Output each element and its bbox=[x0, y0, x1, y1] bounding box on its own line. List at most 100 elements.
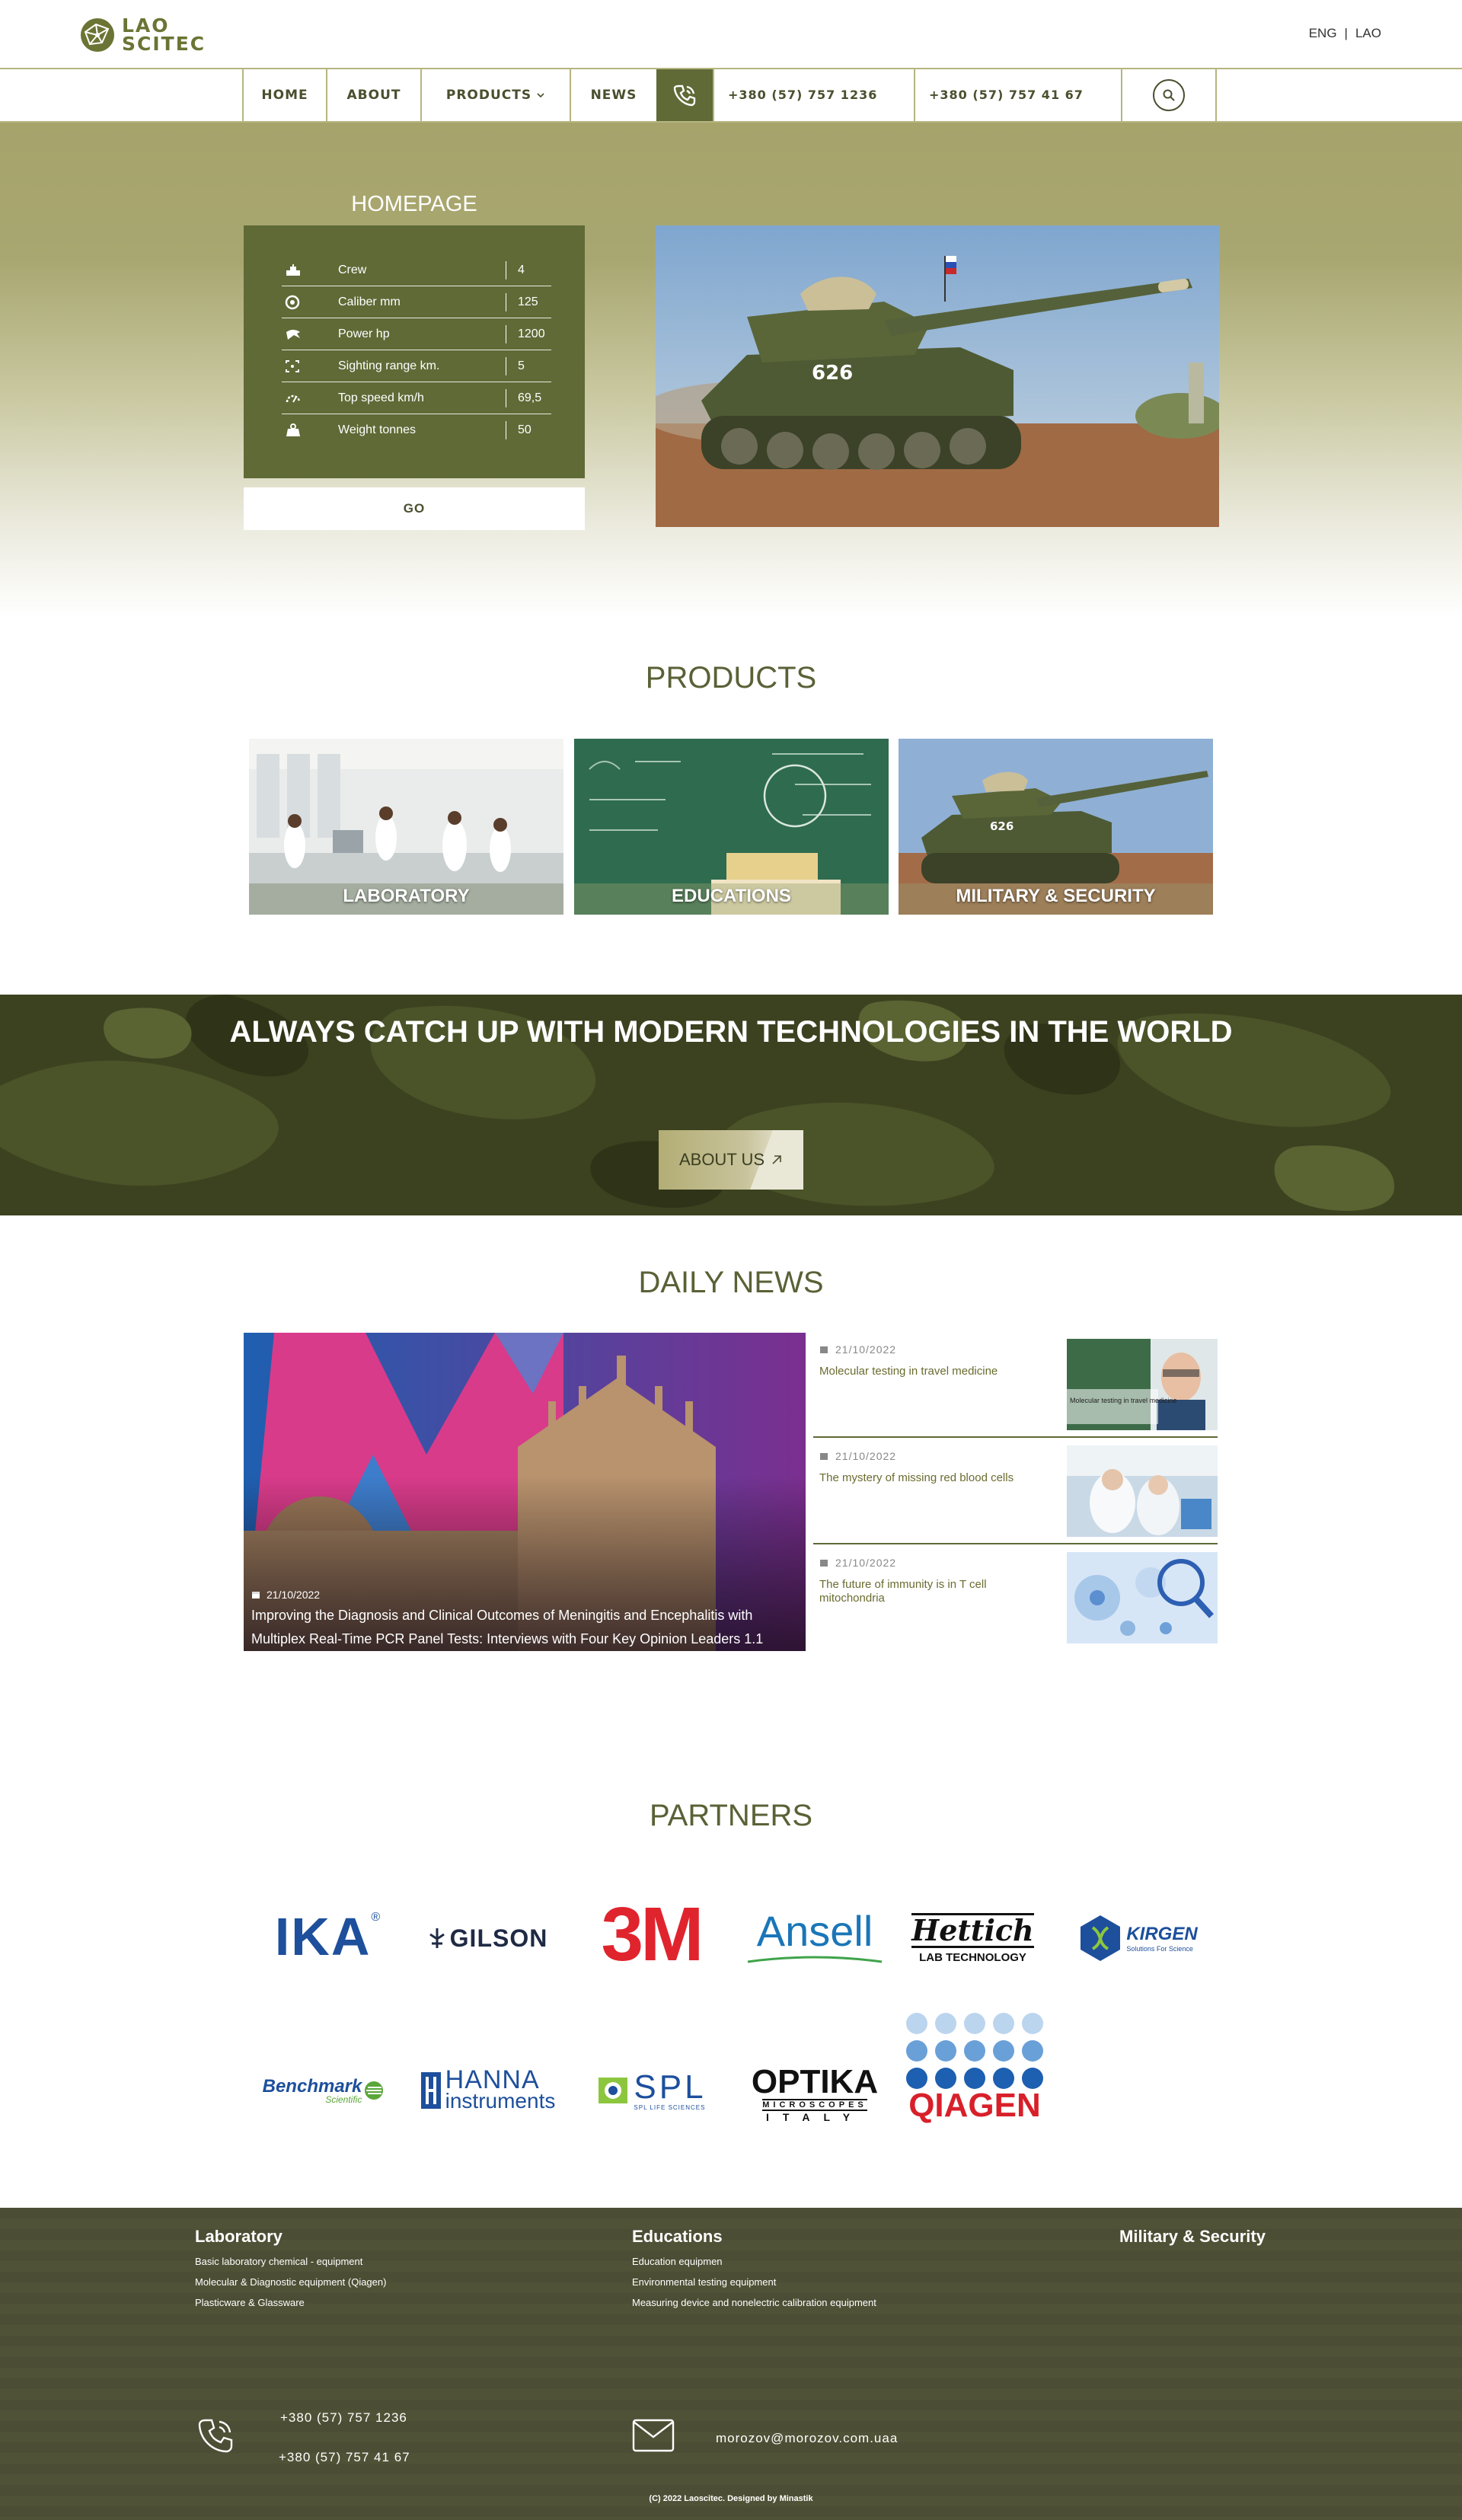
qiagen-dots-icon bbox=[906, 2013, 1043, 2089]
news-item-title: The future of immunity is in T cell mito… bbox=[819, 1578, 987, 1605]
nav-about[interactable]: ABOUT bbox=[326, 69, 420, 121]
footer-email[interactable]: morozov@morozov.com.uaa bbox=[716, 2431, 898, 2446]
partners-title: PARTNERS bbox=[649, 1799, 813, 1832]
spec-row-sighting: Sighting range km. 5 bbox=[282, 350, 551, 382]
optika-sub1: MICROSCOPES bbox=[762, 2099, 867, 2111]
news-item[interactable]: 21/10/2022 The mystery of missing red bl… bbox=[813, 1439, 1218, 1544]
footer-link[interactable]: Plasticware & Glassware bbox=[195, 2292, 500, 2313]
news-item-date: 21/10/2022 bbox=[819, 1557, 896, 1569]
footer-link[interactable]: Basic laboratory chemical - equipment bbox=[195, 2251, 500, 2272]
partner-gilson-logo[interactable]: GILSON bbox=[415, 1912, 560, 1965]
footer-col-laboratory: Laboratory Basic laboratory chemical - e… bbox=[195, 2227, 500, 2313]
news-featured[interactable]: 21/10/2022 Improving the Diagnosis and C… bbox=[244, 1333, 806, 1651]
logo[interactable]: LAO SCITEC bbox=[79, 14, 231, 56]
news-featured-date: 21/10/2022 bbox=[251, 1589, 800, 1601]
spl-sub: SPL LIFE SCIENCES bbox=[634, 2103, 706, 2111]
footer-links: Education equipmen Environmental testing… bbox=[632, 2251, 952, 2313]
footer-link[interactable]: Education equipmen bbox=[632, 2251, 952, 2272]
partner-qiagen-logo[interactable]: QIAGEN bbox=[902, 2011, 1047, 2125]
footer-link[interactable]: Molecular & Diagnostic equipment (Qiagen… bbox=[195, 2272, 500, 2292]
optika-text: OPTIKA bbox=[751, 2063, 879, 2100]
partner-spl-logo[interactable]: SPL SPL LIFE SCIENCES bbox=[575, 2060, 727, 2121]
thumb-caption: Molecular testing in travel medicine bbox=[1070, 1397, 1177, 1404]
sight-icon bbox=[282, 359, 338, 373]
tank-illustration: 626 bbox=[656, 225, 1219, 527]
kirgen-hexagon-icon bbox=[1081, 1915, 1121, 1961]
nav-products[interactable]: PRODUCTS bbox=[420, 69, 570, 121]
footer-link[interactable]: Measuring device and nonelectric calibra… bbox=[632, 2292, 952, 2313]
product-card-label: LABORATORY bbox=[343, 886, 470, 906]
main-nav: HOME ABOUT PRODUCTS NEWS +380 (57) 757 1… bbox=[0, 68, 1462, 123]
tank-number-small: 626 bbox=[990, 819, 1014, 833]
product-card-label: EDUCATIONS bbox=[672, 886, 791, 906]
benchmark-sub: Scientific bbox=[325, 2094, 362, 2105]
go-button[interactable]: GO bbox=[244, 487, 585, 530]
kirgen-text: KIRGEN bbox=[1126, 1924, 1198, 1944]
spec-row-crew: Crew 4 bbox=[282, 254, 551, 286]
phone-button[interactable] bbox=[656, 69, 713, 121]
spec-label: Caliber mm bbox=[338, 295, 401, 308]
weight-icon bbox=[282, 423, 338, 437]
partner-ika-logo[interactable]: IKA ® bbox=[267, 1900, 388, 1972]
footer-phone-1[interactable]: +380 (57) 757 1236 bbox=[280, 2410, 407, 2426]
partner-hanna-logo[interactable]: HANNA instruments bbox=[419, 2056, 556, 2125]
nav-phone-1[interactable]: +380 (57) 757 1236 bbox=[713, 69, 914, 121]
news-featured-text: 21/10/2022 Improving the Diagnosis and C… bbox=[251, 1589, 800, 1651]
calendar-icon bbox=[820, 1346, 828, 1353]
registered-mark: ® bbox=[371, 1911, 381, 1924]
products-title: PRODUCTS bbox=[645, 661, 817, 695]
news-thumb-travel: Molecular testing in travel medicine bbox=[1067, 1339, 1218, 1430]
about-us-button[interactable]: ABOUT US bbox=[659, 1130, 803, 1190]
product-card-label: MILITARY & SECURITY bbox=[956, 886, 1156, 906]
news-item[interactable]: 21/10/2022 The future of immunity is in … bbox=[813, 1546, 1218, 1651]
nav-news[interactable]: NEWS bbox=[570, 69, 656, 121]
hanna-sub: instruments bbox=[445, 2089, 556, 2113]
spec-row-caliber: Caliber mm 125 bbox=[282, 286, 551, 318]
news-item[interactable]: 21/10/2022 Molecular testing in travel m… bbox=[813, 1333, 1218, 1438]
phone-icon bbox=[673, 85, 696, 107]
ansell-text: Ansell bbox=[756, 1906, 873, 1955]
benchmark-text-block: Benchmark Scientific bbox=[263, 2076, 362, 2105]
lang-divider: | bbox=[1344, 26, 1348, 40]
news-item-date-text: 21/10/2022 bbox=[835, 1450, 897, 1462]
footer-col-title[interactable]: Military & Security bbox=[1119, 2227, 1348, 2247]
nav-phone-2[interactable]: +380 (57) 757 41 67 bbox=[914, 69, 1121, 121]
caliber-icon bbox=[282, 295, 338, 310]
product-card-laboratory[interactable]: LABORATORY bbox=[249, 739, 563, 915]
partner-optika-logo[interactable]: OPTIKA MICROSCOPES ITALY bbox=[739, 2060, 891, 2129]
spec-value: 4 bbox=[506, 260, 551, 279]
banner-title: ALWAYS CATCH UP WITH MODERN TECHNOLOGIES… bbox=[229, 1015, 1233, 1049]
hanna-h-icon bbox=[420, 2072, 441, 2109]
search-icon bbox=[1163, 89, 1175, 101]
spec-row-power: Power hp 1200 bbox=[282, 318, 551, 350]
hero-title: HOMEPAGE bbox=[351, 192, 477, 216]
spl-mark-icon bbox=[599, 2078, 628, 2103]
footer-phone-2[interactable]: +380 (57) 757 41 67 bbox=[279, 2450, 410, 2465]
product-card-educations[interactable]: EDUCATIONS bbox=[574, 739, 889, 915]
news-item-thumbnail bbox=[1067, 1445, 1218, 1537]
footer-link[interactable]: Environmental testing equipment bbox=[632, 2272, 952, 2292]
search-circle bbox=[1153, 79, 1185, 111]
calendar-icon bbox=[252, 1592, 260, 1599]
partner-benchmark-logo[interactable]: Benchmark Scientific bbox=[251, 2064, 396, 2117]
partner-hettich-logo[interactable]: Hettich LAB TECHNOLOGY bbox=[902, 1904, 1043, 1972]
kirgen-text-block: KIRGEN Solutions For Science bbox=[1126, 1924, 1197, 1953]
product-card-military-security[interactable]: 626 MILITARY & SECURITY bbox=[899, 739, 1213, 915]
3m-text: 3M bbox=[601, 1892, 704, 1977]
lang-lao[interactable]: LAO bbox=[1355, 26, 1381, 41]
partner-3m-logo[interactable]: 3M bbox=[579, 1896, 723, 1972]
spec-value: 1200 bbox=[506, 324, 551, 343]
optika-sub2: ITALY bbox=[765, 2111, 864, 2123]
spec-label: Top speed km/h bbox=[338, 391, 424, 404]
language-switcher: ENG | LAO bbox=[1309, 26, 1381, 41]
spec-row-weight: Weight tonnes 50 bbox=[282, 414, 551, 446]
nav-home[interactable]: HOME bbox=[242, 69, 326, 121]
spec-panel: Crew 4 Caliber mm 125 Power hp 1200 Sigh… bbox=[244, 225, 585, 478]
footer-col-educations: Educations Education equipmen Environmen… bbox=[632, 2227, 952, 2313]
lang-eng[interactable]: ENG bbox=[1309, 26, 1337, 41]
calendar-icon bbox=[820, 1453, 828, 1460]
partner-ansell-logo[interactable]: Ansell bbox=[739, 1900, 891, 1972]
partner-kirgen-logo[interactable]: KIRGEN Solutions For Science bbox=[1062, 1904, 1215, 1972]
news-item-date: 21/10/2022 bbox=[819, 1343, 896, 1356]
search-button[interactable] bbox=[1121, 69, 1217, 121]
